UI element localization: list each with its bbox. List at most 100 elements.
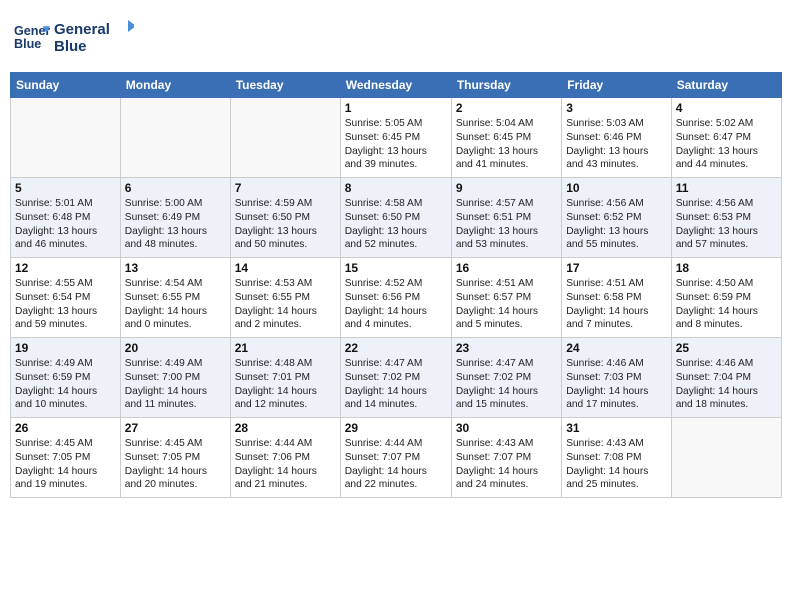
day-info: Sunrise: 5:05 AM Sunset: 6:45 PM Dayligh… [345,117,447,172]
calendar-cell [230,98,340,178]
day-info: Sunrise: 4:59 AM Sunset: 6:50 PM Dayligh… [235,197,336,252]
day-info: Sunrise: 4:47 AM Sunset: 7:02 PM Dayligh… [345,357,447,412]
logo-icon: General Blue [14,19,50,55]
logo-svg: General Blue [54,16,134,58]
day-number: 6 [125,181,226,195]
day-number: 1 [345,101,447,115]
weekday-header-tuesday: Tuesday [230,73,340,98]
day-number: 31 [566,421,667,435]
calendar-cell [120,98,230,178]
day-number: 8 [345,181,447,195]
day-info: Sunrise: 4:46 AM Sunset: 7:04 PM Dayligh… [676,357,777,412]
week-row-2: 5Sunrise: 5:01 AM Sunset: 6:48 PM Daylig… [11,178,782,258]
weekday-header-row: SundayMondayTuesdayWednesdayThursdayFrid… [11,73,782,98]
calendar-cell: 2 Sunrise: 5:04 AM Sunset: 6:45 PM Daylig… [451,98,561,178]
calendar-cell: 24 Sunrise: 4:46 AM Sunset: 7:03 PM Dayli… [562,338,672,418]
day-info: Sunrise: 4:47 AM Sunset: 7:02 PM Dayligh… [456,357,557,412]
day-number: 18 [676,261,777,275]
day-info: Sunrise: 4:45 AM Sunset: 7:05 PM Dayligh… [125,437,226,492]
day-info: Sunrise: 4:54 AM Sunset: 6:55 PM Dayligh… [125,277,226,332]
calendar-cell: 19 Sunrise: 4:49 AM Sunset: 6:59 PM Dayli… [11,338,121,418]
day-number: 7 [235,181,336,195]
day-number: 24 [566,341,667,355]
day-number: 29 [345,421,447,435]
day-info: Sunrise: 4:57 AM Sunset: 6:51 PM Dayligh… [456,197,557,252]
day-info: Sunrise: 5:00 AM Sunset: 6:49 PM Dayligh… [125,197,226,252]
day-info: Sunrise: 4:43 AM Sunset: 7:07 PM Dayligh… [456,437,557,492]
day-info: Sunrise: 4:43 AM Sunset: 7:08 PM Dayligh… [566,437,667,492]
day-number: 12 [15,261,116,275]
day-info: Sunrise: 4:56 AM Sunset: 6:53 PM Dayligh… [676,197,777,252]
day-info: Sunrise: 4:53 AM Sunset: 6:55 PM Dayligh… [235,277,336,332]
calendar-cell: 12 Sunrise: 4:55 AM Sunset: 6:54 PM Dayli… [11,258,121,338]
calendar-cell: 20 Sunrise: 4:49 AM Sunset: 7:00 PM Dayli… [120,338,230,418]
day-number: 19 [15,341,116,355]
calendar-cell: 17 Sunrise: 4:51 AM Sunset: 6:58 PM Dayli… [562,258,672,338]
calendar-table: SundayMondayTuesdayWednesdayThursdayFrid… [10,72,782,498]
weekday-header-saturday: Saturday [671,73,781,98]
calendar-cell: 21 Sunrise: 4:48 AM Sunset: 7:01 PM Dayli… [230,338,340,418]
calendar-cell: 28 Sunrise: 4:44 AM Sunset: 7:06 PM Dayli… [230,418,340,498]
day-info: Sunrise: 4:49 AM Sunset: 7:00 PM Dayligh… [125,357,226,412]
day-number: 9 [456,181,557,195]
calendar-cell: 5Sunrise: 5:01 AM Sunset: 6:48 PM Daylig… [11,178,121,258]
day-number: 10 [566,181,667,195]
calendar-cell: 7 Sunrise: 4:59 AM Sunset: 6:50 PM Daylig… [230,178,340,258]
day-number: 30 [456,421,557,435]
weekday-header-friday: Friday [562,73,672,98]
calendar-cell: 14Sunrise: 4:53 AM Sunset: 6:55 PM Dayli… [230,258,340,338]
svg-text:Blue: Blue [54,38,87,55]
svg-text:Blue: Blue [14,37,41,51]
day-info: Sunrise: 5:02 AM Sunset: 6:47 PM Dayligh… [676,117,777,172]
calendar-cell: 8Sunrise: 4:58 AM Sunset: 6:50 PM Daylig… [340,178,451,258]
day-info: Sunrise: 4:49 AM Sunset: 6:59 PM Dayligh… [15,357,116,412]
calendar-cell: 18 Sunrise: 4:50 AM Sunset: 6:59 PM Dayli… [671,258,781,338]
calendar-cell: 29 Sunrise: 4:44 AM Sunset: 7:07 PM Dayli… [340,418,451,498]
calendar-cell: 13Sunrise: 4:54 AM Sunset: 6:55 PM Dayli… [120,258,230,338]
day-number: 17 [566,261,667,275]
calendar-cell: 3Sunrise: 5:03 AM Sunset: 6:46 PM Daylig… [562,98,672,178]
day-number: 27 [125,421,226,435]
day-number: 5 [15,181,116,195]
day-number: 21 [235,341,336,355]
calendar-cell: 31 Sunrise: 4:43 AM Sunset: 7:08 PM Dayli… [562,418,672,498]
calendar-cell [671,418,781,498]
weekday-header-wednesday: Wednesday [340,73,451,98]
day-info: Sunrise: 4:44 AM Sunset: 7:06 PM Dayligh… [235,437,336,492]
weekday-header-thursday: Thursday [451,73,561,98]
day-info: Sunrise: 5:04 AM Sunset: 6:45 PM Dayligh… [456,117,557,172]
day-number: 16 [456,261,557,275]
day-info: Sunrise: 4:44 AM Sunset: 7:07 PM Dayligh… [345,437,447,492]
day-number: 25 [676,341,777,355]
logo: General Blue General Blue [14,16,134,58]
day-info: Sunrise: 4:45 AM Sunset: 7:05 PM Dayligh… [15,437,116,492]
calendar-cell: 11 Sunrise: 4:56 AM Sunset: 6:53 PM Dayli… [671,178,781,258]
weekday-header-sunday: Sunday [11,73,121,98]
day-number: 20 [125,341,226,355]
calendar-cell: 26Sunrise: 4:45 AM Sunset: 7:05 PM Dayli… [11,418,121,498]
page-header: General Blue General Blue [10,10,782,64]
day-info: Sunrise: 4:55 AM Sunset: 6:54 PM Dayligh… [15,277,116,332]
day-number: 11 [676,181,777,195]
calendar-cell: 30 Sunrise: 4:43 AM Sunset: 7:07 PM Dayli… [451,418,561,498]
day-number: 2 [456,101,557,115]
day-info: Sunrise: 4:56 AM Sunset: 6:52 PM Dayligh… [566,197,667,252]
calendar-cell: 1 Sunrise: 5:05 AM Sunset: 6:45 PM Daylig… [340,98,451,178]
day-number: 28 [235,421,336,435]
week-row-5: 26Sunrise: 4:45 AM Sunset: 7:05 PM Dayli… [11,418,782,498]
weekday-header-monday: Monday [120,73,230,98]
calendar-cell: 15Sunrise: 4:52 AM Sunset: 6:56 PM Dayli… [340,258,451,338]
calendar-cell: 23Sunrise: 4:47 AM Sunset: 7:02 PM Dayli… [451,338,561,418]
day-info: Sunrise: 4:51 AM Sunset: 6:58 PM Dayligh… [566,277,667,332]
day-info: Sunrise: 4:51 AM Sunset: 6:57 PM Dayligh… [456,277,557,332]
day-info: Sunrise: 4:52 AM Sunset: 6:56 PM Dayligh… [345,277,447,332]
day-info: Sunrise: 4:48 AM Sunset: 7:01 PM Dayligh… [235,357,336,412]
day-info: Sunrise: 4:50 AM Sunset: 6:59 PM Dayligh… [676,277,777,332]
calendar-cell [11,98,121,178]
week-row-3: 12 Sunrise: 4:55 AM Sunset: 6:54 PM Dayli… [11,258,782,338]
day-info: Sunrise: 5:03 AM Sunset: 6:46 PM Dayligh… [566,117,667,172]
day-info: Sunrise: 4:46 AM Sunset: 7:03 PM Dayligh… [566,357,667,412]
calendar-cell: 9 Sunrise: 4:57 AM Sunset: 6:51 PM Daylig… [451,178,561,258]
calendar-cell: 16 Sunrise: 4:51 AM Sunset: 6:57 PM Dayli… [451,258,561,338]
week-row-1: 1 Sunrise: 5:05 AM Sunset: 6:45 PM Daylig… [11,98,782,178]
